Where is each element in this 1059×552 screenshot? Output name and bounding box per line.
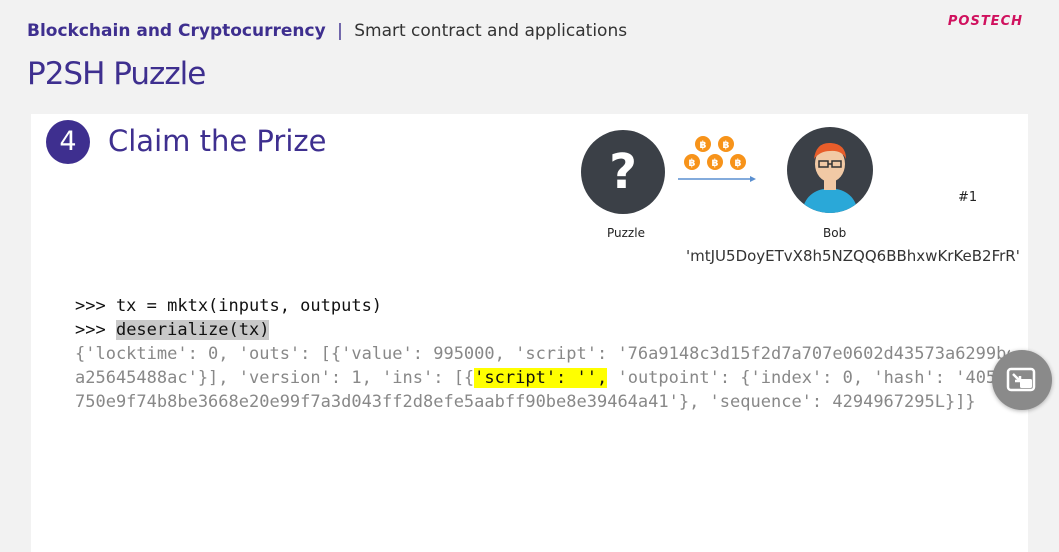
bitcoin-coins-arrow-icon: ฿฿ ฿฿฿ (678, 136, 756, 182)
python-console-output: >>> tx = mktx(inputs, outputs) >>> deseri… (75, 294, 1010, 414)
course-title: Blockchain and Cryptocurrency (27, 21, 326, 41)
output-line-3: 750e9f74b8be3668e20e99f7a3d043ff2d8efe5a… (75, 392, 976, 412)
empty-script-highlight: 'script': '', (474, 368, 608, 388)
output-line-2: a25645488ac'}], 'version': 1, 'ins': [{'… (75, 366, 1010, 390)
header-breadcrumb: Blockchain and Cryptocurrency | Smart co… (27, 21, 627, 41)
topic-title: Smart contract and applications (354, 21, 628, 41)
step-title: Claim the Prize (108, 124, 327, 158)
puzzle-label: Puzzle (607, 226, 645, 240)
slide-title: P2SH Puzzle (27, 56, 206, 92)
code-line-deserialize: >>> deserialize(tx) (75, 318, 1010, 342)
bob-label: Bob (823, 226, 847, 240)
bob-avatar (787, 127, 873, 213)
postech-logo: POSTECH (947, 14, 1023, 29)
output-line-2-post: 'outpoint': {'index': 0, 'hash': '405859 (607, 368, 1010, 388)
content-panel: 4 Claim the Prize ? Puzzle ฿฿ ฿฿฿ Bob 'm… (31, 114, 1028, 552)
console-prompt: >>> (75, 320, 116, 340)
output-line-1: {'locktime': 0, 'outs': [{'value': 99500… (75, 344, 1010, 364)
output-line-2-pre: a25645488ac'}], 'version': 1, 'ins': [{ (75, 368, 475, 388)
picture-in-picture-icon (1006, 367, 1036, 392)
bob-address: 'mtJU5DoyETvX8h5NZQQ6BBhxwKrKeB2FrR' (686, 247, 1020, 265)
puzzle-question-icon: ? (581, 130, 665, 214)
deserialize-call: deserialize(tx) (115, 320, 270, 340)
svg-text:฿: ฿ (723, 140, 730, 151)
step-number-badge: 4 (46, 120, 90, 164)
svg-text:฿: ฿ (700, 140, 707, 151)
code-line-mktx: >>> tx = mktx(inputs, outputs) (75, 296, 383, 316)
header-separator: | (337, 21, 343, 41)
picture-in-picture-button[interactable] (992, 350, 1052, 410)
svg-text:฿: ฿ (712, 158, 719, 169)
reference-marker: #1 (958, 190, 978, 205)
svg-text:฿: ฿ (735, 158, 742, 169)
svg-text:฿: ฿ (689, 158, 696, 169)
